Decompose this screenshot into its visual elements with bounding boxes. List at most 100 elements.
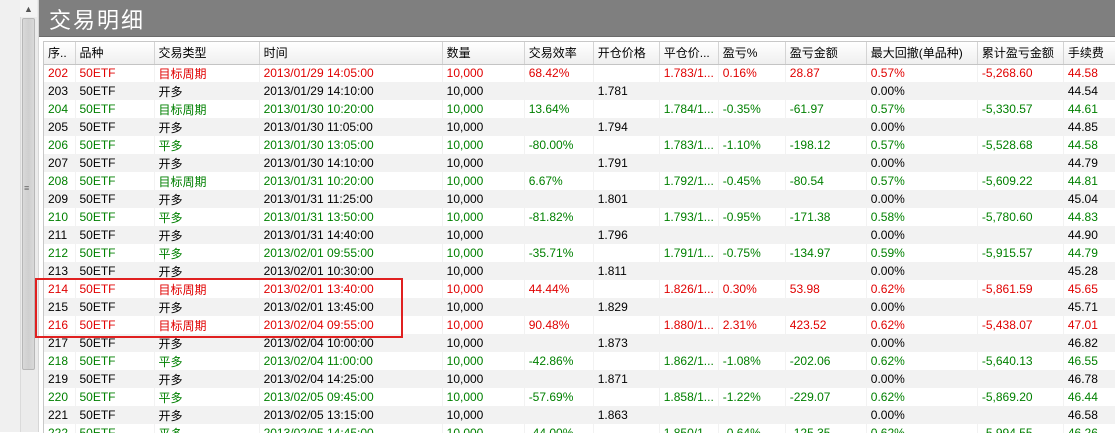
column-header[interactable]: 品种 [75,42,155,65]
table-row[interactable]: 214 50ETF 目标周期 2013/02/01 13:40:00 10,000 44.… [44,280,1115,298]
table-cell: 10,000 [442,154,525,172]
table-row[interactable]: 202 50ETF 目标周期 2013/01/29 14:05:00 10,000 68.… [44,64,1115,82]
vertical-scrollbar[interactable]: ▲ ≡ [0,0,39,432]
table-cell: 46.82 [1063,334,1115,352]
table-cell: 2013/02/01 13:40:00 [259,280,443,298]
table-cell: -134.97 [785,244,867,262]
table-row[interactable]: 211 50ETF 开多 2013/01/31 14:40:00 10,000 1.796… [44,226,1115,244]
table-cell: 0.00% [866,118,978,136]
table-cell: 44.54 [1063,82,1115,100]
trade-detail-grid[interactable]: 序.. 品种 交易类型 时间 数量 交易效率 开仓价格 平仓价... 盈亏% 盈亏金额 最大回撤(单… [43,41,1115,433]
column-header[interactable]: 盈亏金额 [785,42,867,65]
table-cell: 平多 [154,244,260,262]
table-cell: 2013/01/31 11:25:00 [259,190,443,208]
column-header[interactable]: 开仓价格 [593,42,660,65]
table-row[interactable]: 208 50ETF 目标周期 2013/01/31 10:20:00 10,000 6.6… [44,172,1115,190]
table-cell [593,100,660,118]
table-cell: 10,000 [442,172,525,190]
table-cell: 50ETF [75,136,155,154]
table-cell: 53.98 [785,280,867,298]
table-cell [659,370,719,388]
table-cell: -1.10% [718,136,786,154]
table-cell: -61.97 [785,100,867,118]
table-cell: 211 [44,226,76,244]
column-header[interactable]: 交易类型 [154,42,260,65]
table-cell: 50ETF [75,262,155,280]
table-cell: 50ETF [75,316,155,334]
table-row[interactable]: 209 50ETF 开多 2013/01/31 11:25:00 10,000 1.801… [44,190,1115,208]
table-cell: 10,000 [442,388,525,406]
column-header[interactable]: 时间 [259,42,443,65]
table-cell: 0.00% [866,226,978,244]
table-row[interactable]: 207 50ETF 开多 2013/01/30 14:10:00 10,000 1.791… [44,154,1115,172]
table-cell: 44.44% [524,280,594,298]
table-cell: 220 [44,388,76,406]
column-header[interactable]: 交易效率 [524,42,594,65]
window-title: 交易明细 [49,9,146,34]
table-cell: 2013/01/29 14:10:00 [259,82,443,100]
table-row[interactable]: 219 50ETF 开多 2013/02/04 14:25:00 10,000 1.871… [44,370,1115,388]
table-cell: 213 [44,262,76,280]
table-cell: 10,000 [442,370,525,388]
table-cell [659,118,719,136]
table-cell [785,370,867,388]
table-row[interactable]: 205 50ETF 开多 2013/01/30 11:05:00 10,000 1.794… [44,118,1115,136]
table-row[interactable]: 206 50ETF 平多 2013/01/30 13:05:00 10,000 -80.0… [44,136,1115,154]
table-cell: 218 [44,352,76,370]
table-row[interactable]: 215 50ETF 开多 2013/02/01 13:45:00 10,000 1.829… [44,298,1115,316]
table-cell: 0.57% [866,100,978,118]
table-row[interactable]: 213 50ETF 开多 2013/02/01 10:30:00 10,000 1.811… [44,262,1115,280]
table-cell: 215 [44,298,76,316]
table-cell: -5,330.57 [977,100,1064,118]
table-cell: 45.71 [1063,298,1115,316]
table-cell [977,406,1064,424]
table-row[interactable]: 210 50ETF 平多 2013/01/31 13:50:00 10,000 -81.8… [44,208,1115,226]
table-row[interactable]: 221 50ETF 开多 2013/02/05 13:15:00 10,000 1.863… [44,406,1115,424]
table-cell: 0.30% [718,280,786,298]
table-cell [593,280,660,298]
table-cell: 68.42% [524,64,594,82]
table-row[interactable]: 216 50ETF 目标周期 2013/02/04 09:55:00 10,000 90.… [44,316,1115,334]
table-cell: 1.873 [593,334,660,352]
column-header[interactable]: 序.. [44,42,76,65]
table-row[interactable]: 203 50ETF 开多 2013/01/29 14:10:00 10,000 1.781… [44,82,1115,100]
table-cell: 10,000 [442,136,525,154]
table-cell: 0.00% [866,82,978,100]
scrollbar-thumb[interactable] [22,18,35,370]
table-cell: 50ETF [75,352,155,370]
table-cell: 0.57% [866,136,978,154]
column-header[interactable]: 手续费 [1063,42,1115,65]
table-cell [593,244,660,262]
table-row[interactable]: 220 50ETF 平多 2013/02/05 09:45:00 10,000 -57.6… [44,388,1115,406]
table-cell: 开多 [154,154,260,172]
table-cell: 2013/01/31 13:50:00 [259,208,443,226]
table-cell: 0.00% [866,298,978,316]
table-cell: -57.69% [524,388,594,406]
table-cell: 开多 [154,298,260,316]
table-cell: 50ETF [75,334,155,352]
trade-table: 序.. 品种 交易类型 时间 数量 交易效率 开仓价格 平仓价... 盈亏% 盈亏金额 最大回撤(单… [44,42,1115,433]
table-row[interactable]: 218 50ETF 平多 2013/02/04 11:00:00 10,000 -42.8… [44,352,1115,370]
table-cell: 46.44 [1063,388,1115,406]
table-row[interactable]: 204 50ETF 目标周期 2013/01/30 10:20:00 10,000 13.… [44,100,1115,118]
table-cell: 0.00% [866,262,978,280]
table-row[interactable]: 212 50ETF 平多 2013/02/01 09:55:00 10,000 -35.7… [44,244,1115,262]
column-header[interactable]: 盈亏% [718,42,786,65]
column-header[interactable]: 最大回撤(单品种) [866,42,978,65]
table-cell: 216 [44,316,76,334]
table-cell [785,82,867,100]
table-cell: 0.00% [866,370,978,388]
table-cell: 1.794 [593,118,660,136]
table-cell [659,154,719,172]
column-header[interactable]: 数量 [442,42,525,65]
table-cell: 0.62% [866,388,978,406]
table-cell: 44.90 [1063,226,1115,244]
table-cell: -5,869.20 [977,388,1064,406]
grip-icon: ≡ [24,183,30,193]
column-header[interactable]: 累计盈亏金额 [977,42,1064,65]
table-cell: 开多 [154,82,260,100]
scroll-up-arrow-icon[interactable]: ▲ [20,0,37,17]
column-header[interactable]: 平仓价... [659,42,719,65]
table-row[interactable]: 217 50ETF 开多 2013/02/04 10:00:00 10,000 1.873… [44,334,1115,352]
table-cell: 开多 [154,406,260,424]
